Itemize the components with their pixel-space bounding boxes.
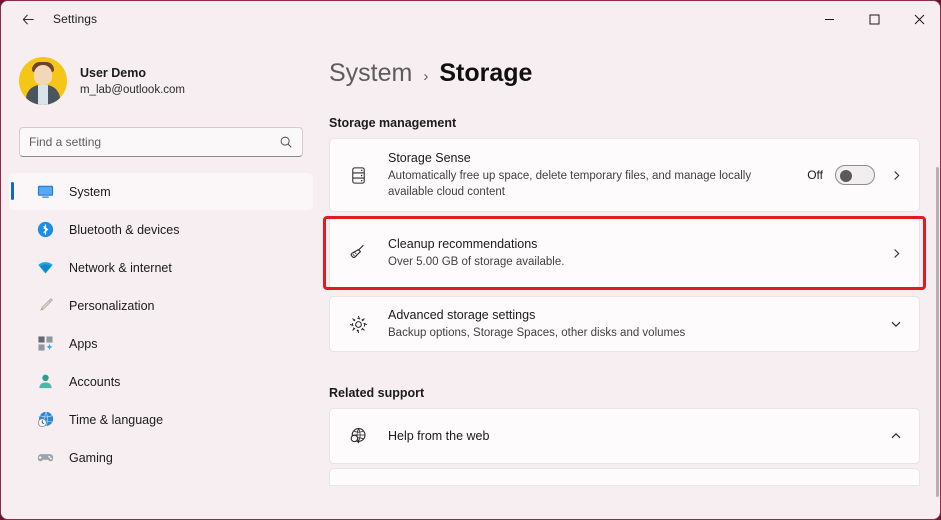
app-title: Settings	[53, 12, 98, 26]
storage-sense-toggle-label: Off	[807, 168, 823, 182]
minimize-icon	[825, 18, 834, 20]
sidebar-item-label: Bluetooth & devices	[69, 222, 180, 237]
sidebar-item-label: System	[69, 184, 111, 199]
maximize-button[interactable]	[852, 1, 897, 37]
gear-icon	[344, 314, 372, 335]
search-input[interactable]	[29, 135, 279, 149]
page-title: Storage	[439, 59, 533, 87]
search-box[interactable]	[19, 127, 303, 157]
sidebar-item-label: Time & language	[69, 412, 164, 427]
card-subtitle: Over 5.00 GB of storage available.	[388, 256, 565, 268]
apps-icon	[35, 334, 55, 354]
broom-icon	[344, 242, 372, 264]
clock-globe-icon	[35, 410, 55, 430]
avatar	[19, 57, 67, 105]
globe-search-icon	[344, 425, 372, 447]
main-content: System › Storage Storage management Stor…	[321, 37, 940, 519]
account-email: m_lab@outlook.com	[80, 83, 185, 96]
chevron-up-icon[interactable]	[887, 430, 905, 442]
sidebar-item-personalization[interactable]: Personalization	[9, 287, 313, 324]
content-scrollbar[interactable]	[936, 167, 939, 497]
close-icon	[914, 14, 925, 24]
card-title: Help from the web	[388, 428, 490, 443]
sidebar-item-gaming[interactable]: Gaming	[9, 439, 313, 476]
card-advanced-storage-settings[interactable]: Advanced storage settings Backup options…	[329, 296, 920, 352]
search-icon	[280, 136, 292, 148]
chevron-right-icon[interactable]	[887, 248, 905, 259]
sidebar-item-label: Apps	[69, 336, 98, 351]
card-partial-below-fold[interactable]	[329, 468, 920, 486]
card-subtitle: Automatically free up space, delete temp…	[388, 170, 752, 198]
breadcrumb-separator: ›	[423, 68, 429, 85]
card-cleanup-recommendations[interactable]: Cleanup recommendations Over 5.00 GB of …	[329, 216, 920, 290]
account-section[interactable]: User Demo m_lab@outlook.com	[1, 37, 321, 109]
paintbrush-icon	[35, 296, 55, 316]
card-title: Storage Sense	[388, 151, 471, 165]
account-name: User Demo	[80, 65, 146, 80]
window-controls	[807, 1, 940, 37]
sidebar-item-system[interactable]: System	[9, 173, 313, 210]
card-title: Advanced storage settings	[388, 308, 536, 322]
sidebar-item-accounts[interactable]: Accounts	[9, 363, 313, 400]
sidebar-item-bluetooth-devices[interactable]: Bluetooth & devices	[9, 211, 313, 248]
chevron-down-icon[interactable]	[887, 318, 905, 330]
sidebar-item-label: Personalization	[69, 298, 155, 313]
drive-stack-icon	[344, 165, 372, 186]
storage-management-heading: Storage management	[329, 116, 457, 130]
card-storage-sense[interactable]: Storage Sense Automatically free up spac…	[329, 138, 920, 212]
monitor-icon	[35, 182, 55, 202]
storage-sense-toggle[interactable]	[835, 165, 875, 185]
cleanup-recommendations-wrapper: Cleanup recommendations Over 5.00 GB of …	[321, 216, 940, 290]
card-subtitle: Backup options, Storage Spaces, other di…	[388, 327, 686, 339]
gamepad-icon	[35, 448, 55, 468]
back-button[interactable]	[11, 4, 45, 34]
maximize-icon	[869, 14, 880, 24]
sidebar-item-label: Network & internet	[69, 260, 172, 275]
chevron-right-icon[interactable]	[887, 170, 905, 181]
back-arrow-icon	[22, 13, 34, 25]
close-button[interactable]	[897, 1, 940, 37]
navigation-list: System Bluetooth & devices Network & int…	[1, 173, 321, 476]
person-icon	[35, 372, 55, 392]
sidebar-item-label: Gaming	[69, 450, 113, 465]
settings-window: Settings User Demo m_lab@outlook.com Fin…	[0, 0, 941, 520]
card-title: Cleanup recommendations	[388, 237, 538, 251]
breadcrumb: System › Storage	[321, 37, 940, 88]
sidebar-item-time-language[interactable]: Time & language	[9, 401, 313, 438]
related-support-heading: Related support	[329, 386, 425, 400]
title-bar: Settings	[1, 1, 940, 37]
breadcrumb-parent[interactable]: System	[329, 59, 412, 88]
minimize-button[interactable]	[807, 1, 852, 37]
sidebar-item-network-internet[interactable]: Network & internet	[9, 249, 313, 286]
sidebar-item-label: Accounts	[69, 374, 121, 389]
card-help-from-the-web[interactable]: Help from the web	[329, 408, 920, 464]
sidebar: User Demo m_lab@outlook.com S	[1, 37, 321, 519]
sidebar-item-apps[interactable]: Apps	[9, 325, 313, 362]
bluetooth-icon	[35, 220, 55, 240]
wifi-icon	[35, 258, 55, 278]
